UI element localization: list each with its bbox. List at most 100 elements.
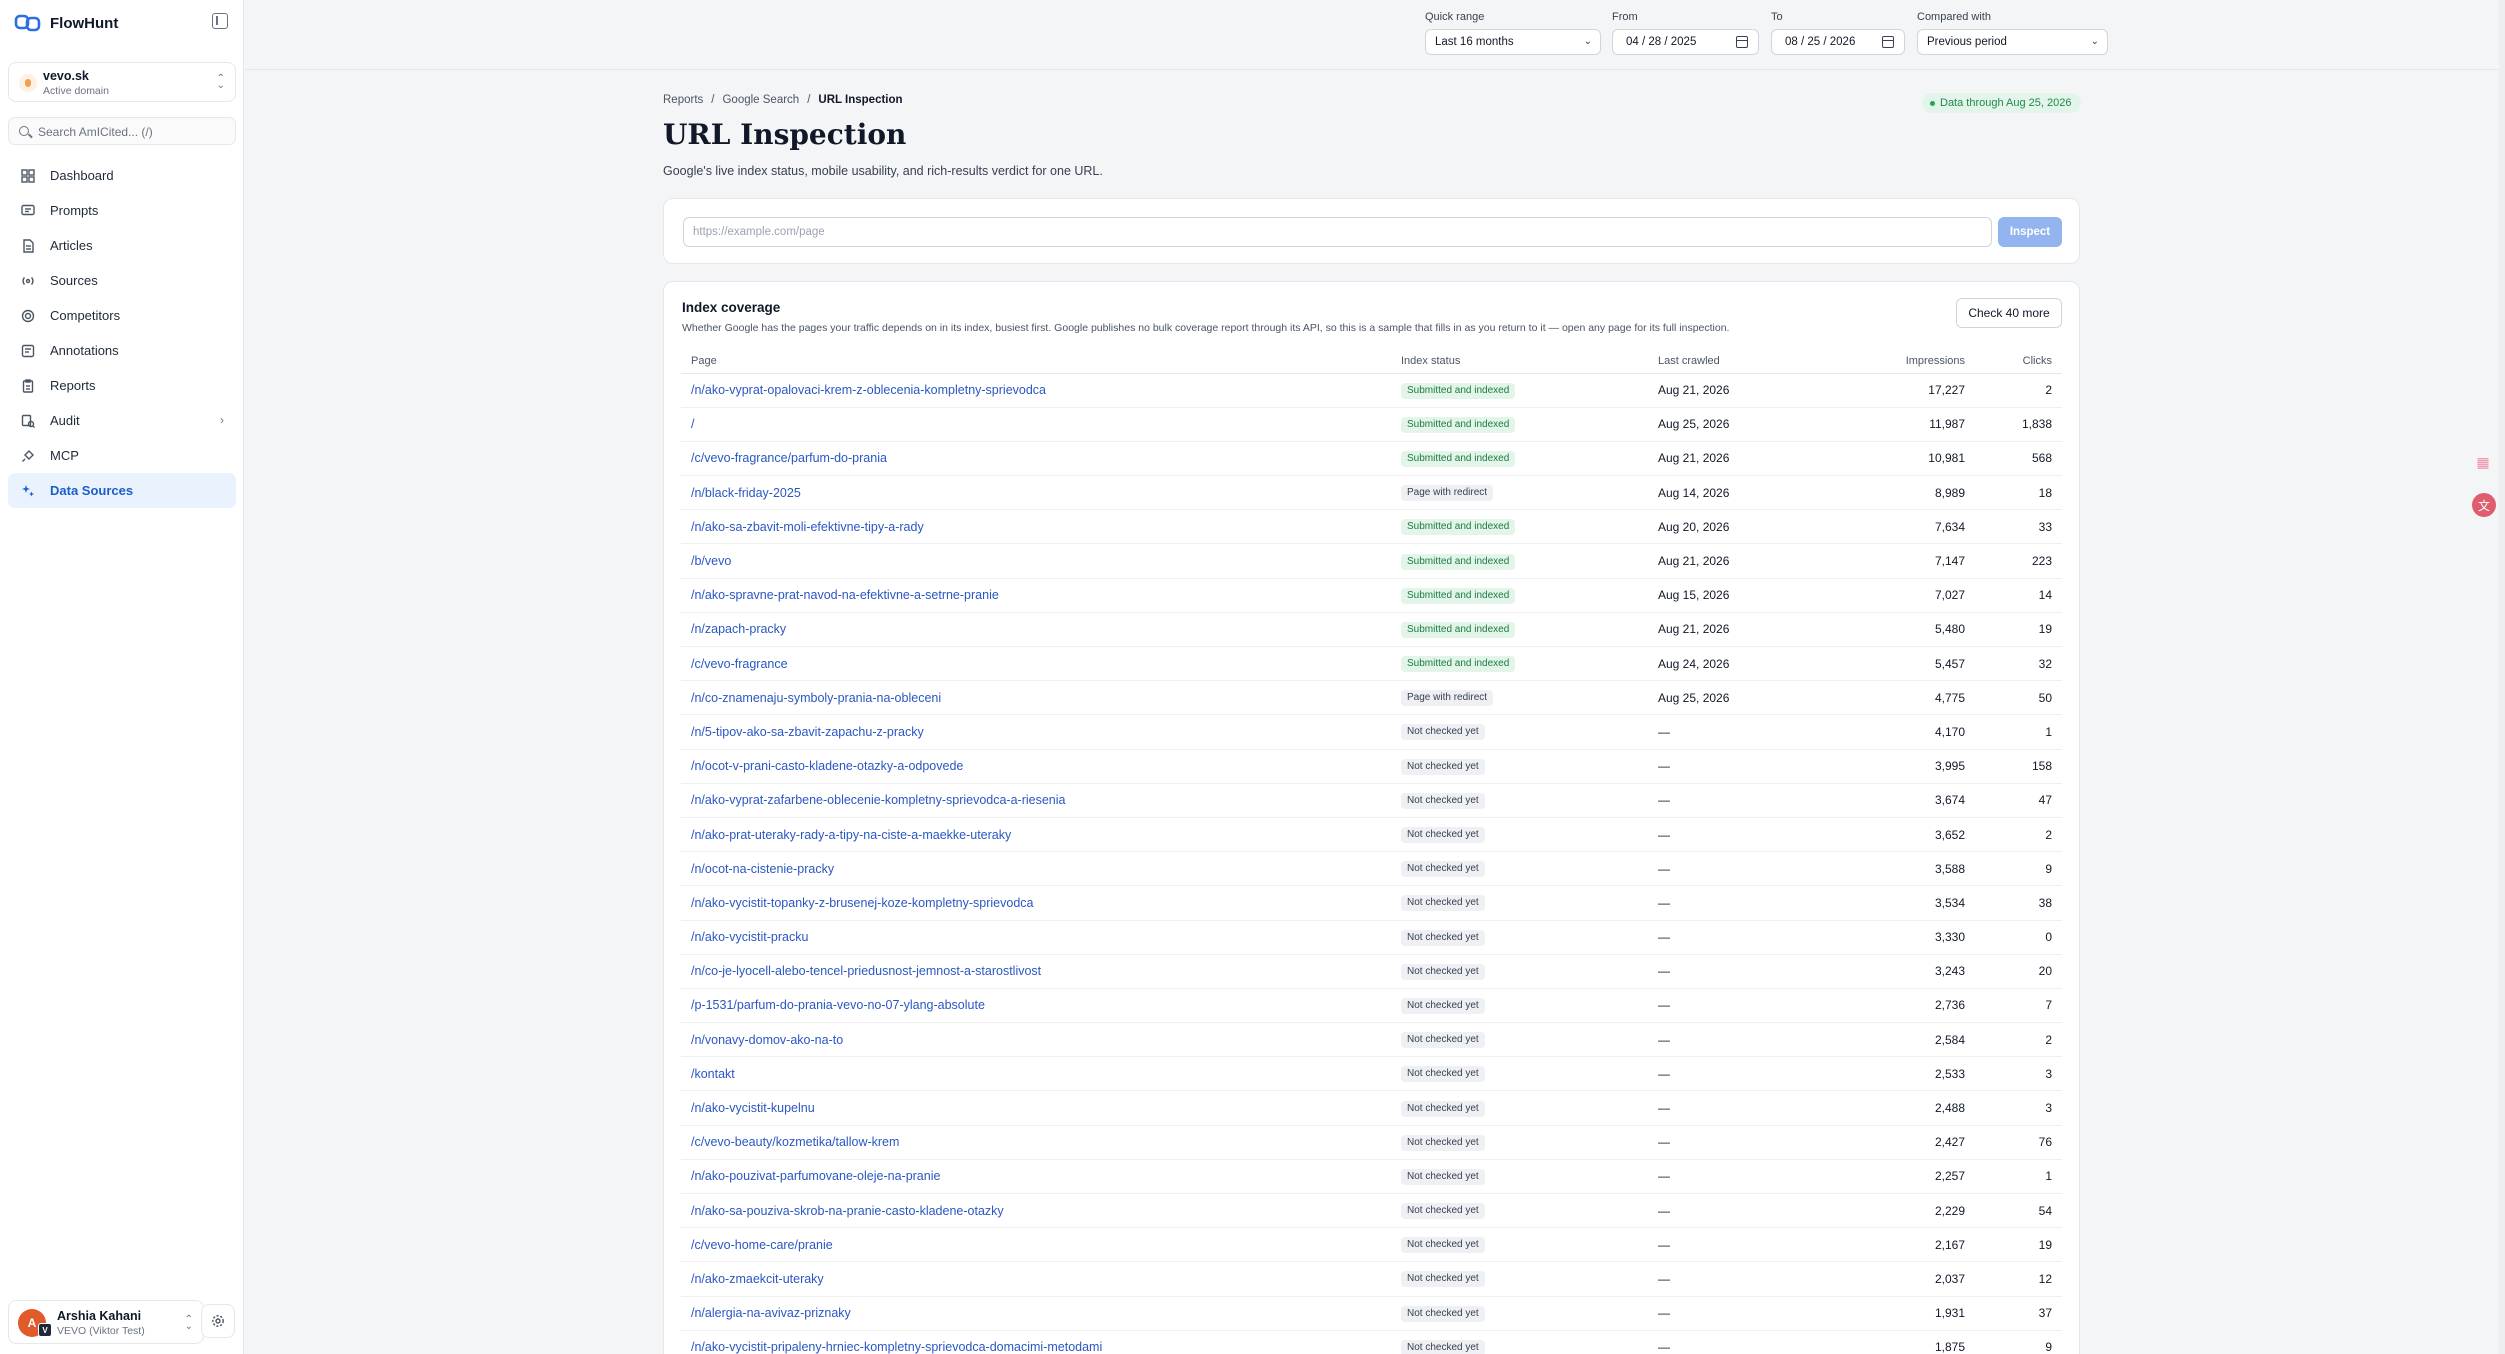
column-header-impressions[interactable]: Impressions: [1834, 350, 1975, 374]
scrollbar[interactable]: [2499, 0, 2505, 1354]
impressions-cell: 4,170: [1834, 714, 1975, 750]
table-row[interactable]: /n/ako-vycistit-pripaleny-hrniec-komplet…: [681, 1330, 2062, 1354]
url-input[interactable]: [683, 217, 1992, 247]
table-row[interactable]: /n/co-znamenaju-symboly-prania-na-oblece…: [681, 680, 2062, 716]
page-link[interactable]: /n/ako-vycistit-pracku: [691, 930, 808, 944]
page-link[interactable]: /n/ako-vyprat-opalovaci-krem-z-oblecenia…: [691, 383, 1046, 397]
column-header-page[interactable]: Page: [681, 350, 1391, 374]
to-date-input[interactable]: 08 / 25 / 2026: [1771, 29, 1905, 55]
column-header-index-status[interactable]: Index status: [1391, 350, 1648, 374]
page-link[interactable]: /n/ako-prat-uteraky-rady-a-tipy-na-ciste…: [691, 828, 1011, 842]
sidebar-item-articles[interactable]: Articles: [8, 228, 236, 263]
table-row[interactable]: /n/ako-vyprat-zafarbene-oblecenie-komple…: [681, 783, 2062, 818]
status-badge: Not checked yet: [1401, 1032, 1485, 1049]
table-row[interactable]: /n/ako-sa-pouziva-skrob-na-pranie-casto-…: [681, 1193, 2062, 1229]
inspect-button[interactable]: Inspect: [1998, 217, 2062, 247]
page-link[interactable]: /n/ako-vycistit-pripaleny-hrniec-komplet…: [691, 1340, 1102, 1354]
table-row[interactable]: /n/zapach-pracky Submitted and indexed Aug…: [681, 612, 2062, 648]
table-row[interactable]: /n/ako-vycistit-kupelnu Not checked yet —2…: [681, 1090, 2062, 1126]
page-link[interactable]: /n/ako-sa-zbavit-moli-efektivne-tipy-a-r…: [691, 520, 924, 534]
compared-select[interactable]: Previous period ⌄: [1917, 29, 2108, 55]
sidebar-item-mcp[interactable]: MCP: [8, 438, 236, 473]
page-link[interactable]: /n/ocot-v-prani-casto-kladene-otazky-a-o…: [691, 759, 963, 773]
page-link[interactable]: /c/vevo-fragrance: [691, 657, 788, 671]
page-link[interactable]: /n/vonavy-domov-ako-na-to: [691, 1033, 843, 1047]
page-link[interactable]: /n/ocot-na-cistenie-pracky: [691, 862, 834, 876]
qr-code-icon[interactable]: ▦: [2472, 451, 2494, 473]
table-row[interactable]: /n/ako-vycistit-topanky-z-brusenej-koze-…: [681, 885, 2062, 921]
page-link[interactable]: /n/ako-vyprat-zafarbene-oblecenie-komple…: [691, 793, 1066, 807]
search-input[interactable]: Search AmICited... (/): [38, 125, 153, 139]
sidebar-item-audit[interactable]: Audit ›: [8, 403, 236, 438]
sidebar-item-prompts[interactable]: Prompts: [8, 193, 236, 228]
sidebar-item-annotations[interactable]: Annotations: [8, 333, 236, 368]
table-row[interactable]: /c/vevo-beauty/kozmetika/tallow-krem Not …: [681, 1125, 2062, 1160]
page-link[interactable]: /n/black-friday-2025: [691, 486, 801, 500]
page-link[interactable]: /n/5-tipov-ako-sa-zbavit-zapachu-z-prack…: [691, 725, 924, 739]
user-menu[interactable]: A V Arshia Kahani VEVO (Viktor Test) ⌃ ⌄: [8, 1300, 204, 1344]
column-header-last-crawled[interactable]: Last crawled: [1648, 350, 1834, 374]
page-link[interactable]: /n/ako-pouzivat-parfumovane-oleje-na-pra…: [691, 1169, 940, 1183]
page-link[interactable]: /c/vevo-fragrance/parfum-do-prania: [691, 451, 887, 465]
status-cell: Not checked yet: [1391, 783, 1648, 818]
table-row[interactable]: / Submitted and indexed Aug 25, 2026 11,987…: [681, 407, 2062, 442]
table-row[interactable]: /n/ako-zmaekcit-uteraky Not checked yet —2…: [681, 1261, 2062, 1297]
table-row[interactable]: /c/vevo-fragrance Submitted and indexed Au…: [681, 646, 2062, 682]
table-row[interactable]: /n/ocot-na-cistenie-pracky Not checked ye…: [681, 851, 2062, 887]
domain-switcher[interactable]: vevo.sk Active domain ⌃ ⌄: [8, 62, 236, 102]
sidebar-item-data-sources[interactable]: Data Sources: [8, 473, 236, 508]
page-link[interactable]: /p-1531/parfum-do-prania-vevo-no-07-ylan…: [691, 998, 985, 1012]
page-link[interactable]: /n/co-znamenaju-symboly-prania-na-oblece…: [691, 691, 941, 705]
table-row[interactable]: /n/vonavy-domov-ako-na-to Not checked yet…: [681, 1022, 2062, 1058]
table-row[interactable]: /n/ako-vyprat-opalovaci-krem-z-oblecenia…: [681, 373, 2062, 408]
table-row[interactable]: /n/ako-pouzivat-parfumovane-oleje-na-pra…: [681, 1159, 2062, 1195]
page-link[interactable]: /n/ako-spravne-prat-navod-na-efektivne-a…: [691, 588, 999, 602]
page-link[interactable]: /n/ako-vycistit-kupelnu: [691, 1101, 815, 1115]
page-link[interactable]: /b/vevo: [691, 554, 731, 568]
table-row[interactable]: /kontakt Not checked yet —2,533 3: [681, 1056, 2062, 1092]
search-box[interactable]: Search AmICited... (/): [8, 117, 236, 145]
calendar-icon[interactable]: [1882, 36, 1894, 48]
table-row[interactable]: /n/co-je-lyocell-alebo-tencel-priedusnos…: [681, 954, 2062, 989]
sidebar-item-dashboard[interactable]: Dashboard: [8, 158, 236, 193]
page-link[interactable]: /: [691, 417, 694, 431]
table-row[interactable]: /n/ako-spravne-prat-navod-na-efektivne-a…: [681, 578, 2062, 613]
table-row[interactable]: /n/ako-prat-uteraky-rady-a-tipy-na-ciste…: [681, 817, 2062, 853]
page-link[interactable]: /n/ako-vycistit-topanky-z-brusenej-koze-…: [691, 896, 1034, 910]
page-link[interactable]: /c/vevo-home-care/pranie: [691, 1238, 833, 1252]
sidebar-item-competitors[interactable]: Competitors: [8, 298, 236, 333]
last-crawled-cell: —: [1648, 988, 1834, 1024]
calendar-icon[interactable]: [1736, 36, 1748, 48]
check-more-button[interactable]: Check 40 more: [1956, 298, 2062, 328]
sidebar-collapse-icon[interactable]: [212, 13, 228, 29]
breadcrumb-google-search[interactable]: Google Search: [722, 94, 799, 106]
page-link[interactable]: /n/ako-sa-pouziva-skrob-na-pranie-casto-…: [691, 1204, 1004, 1218]
page-link[interactable]: /n/alergia-na-avivaz-priznaky: [691, 1306, 851, 1320]
sidebar-item-reports[interactable]: Reports: [8, 368, 236, 403]
table-row[interactable]: /c/vevo-home-care/pranie Not checked yet —…: [681, 1227, 2062, 1263]
page-link[interactable]: /kontakt: [691, 1067, 735, 1081]
page-link[interactable]: /n/co-je-lyocell-alebo-tencel-priedusnos…: [691, 964, 1041, 978]
table-row[interactable]: /n/black-friday-2025 Page with redirect Au…: [681, 475, 2062, 511]
translate-icon[interactable]: 文: [2472, 493, 2496, 517]
breadcrumb-reports[interactable]: Reports: [663, 94, 703, 106]
table-row[interactable]: /n/alergia-na-avivaz-priznaky Not checked…: [681, 1296, 2062, 1331]
page-link[interactable]: /n/ako-zmaekcit-uteraky: [691, 1272, 824, 1286]
column-header-clicks[interactable]: Clicks: [1975, 350, 2062, 374]
table-row[interactable]: /c/vevo-fragrance/parfum-do-prania Submit…: [681, 441, 2062, 477]
brand[interactable]: FlowHunt: [14, 10, 118, 36]
sidebar-item-sources[interactable]: Sources: [8, 263, 236, 298]
table-row[interactable]: /b/vevo Submitted and indexed Aug 21, 2026…: [681, 543, 2062, 579]
page-link[interactable]: /c/vevo-beauty/kozmetika/tallow-krem: [691, 1135, 899, 1149]
page-link[interactable]: /n/zapach-pracky: [691, 622, 786, 636]
quick-range-select[interactable]: Last 16 months ⌄: [1425, 29, 1601, 55]
table-row[interactable]: /p-1531/parfum-do-prania-vevo-no-07-ylan…: [681, 988, 2062, 1024]
table-row[interactable]: /n/ako-vycistit-pracku Not checked yet —3,…: [681, 920, 2062, 955]
settings-button[interactable]: [201, 1304, 235, 1338]
from-date-input[interactable]: 04 / 28 / 2025: [1612, 29, 1759, 55]
table-row[interactable]: /n/ocot-v-prani-casto-kladene-otazky-a-o…: [681, 749, 2062, 784]
grid-icon: [20, 168, 35, 183]
table-row[interactable]: /n/5-tipov-ako-sa-zbavit-zapachu-z-prack…: [681, 714, 2062, 750]
table-row[interactable]: /n/ako-sa-zbavit-moli-efektivne-tipy-a-r…: [681, 509, 2062, 545]
chevron-updown-icon: ⌃ ⌄: [216, 73, 225, 91]
